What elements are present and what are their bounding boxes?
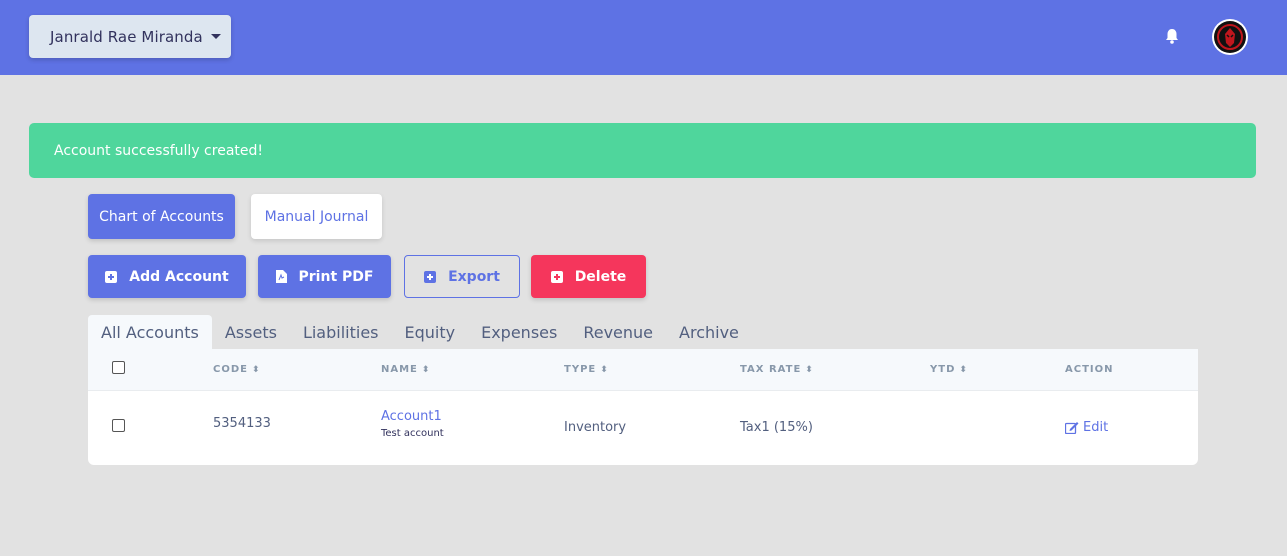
user-menu-dropdown[interactable]: Janrald Rae Miranda	[29, 15, 231, 58]
column-action-label: ACTION	[1065, 364, 1114, 375]
account-tax-rate: Tax1 (15%)	[740, 420, 813, 435]
tab-manual-journal-label: Manual Journal	[264, 208, 369, 225]
column-code[interactable]: CODE ⬍	[213, 364, 261, 375]
top-navbar: Janrald Rae Miranda	[0, 0, 1287, 75]
column-name[interactable]: NAME ⬍	[381, 364, 430, 375]
export-label: Export	[448, 268, 500, 285]
alert-message: Account successfully created!	[54, 142, 263, 159]
account-name-link[interactable]: Account1	[381, 409, 442, 424]
column-ytd[interactable]: YTD ⬍	[930, 364, 968, 375]
print-pdf-button[interactable]: Print PDF	[258, 255, 391, 298]
sort-icon: ⬍	[600, 364, 609, 375]
tab-all-accounts[interactable]: All Accounts	[88, 315, 212, 349]
column-type-label: TYPE	[564, 364, 597, 375]
delete-button[interactable]: Delete	[531, 255, 646, 298]
print-pdf-label: Print PDF	[298, 268, 374, 285]
tab-manual-journal[interactable]: Manual Journal	[251, 194, 382, 239]
tab-liabilities[interactable]: Liabilities	[290, 315, 392, 349]
user-name: Janrald Rae Miranda	[50, 27, 203, 46]
add-account-label: Add Account	[129, 268, 229, 285]
plus-square-icon	[550, 270, 563, 283]
table-header: CODE ⬍ NAME ⬍ TYPE ⬍ TAX RATE ⬍ YTD ⬍ ACTION	[88, 349, 1198, 391]
column-name-label: NAME	[381, 364, 418, 375]
column-tax-rate[interactable]: TAX RATE ⬍	[740, 364, 814, 375]
sort-icon: ⬍	[959, 364, 968, 375]
account-type: Inventory	[564, 420, 627, 435]
export-button[interactable]: Export	[404, 255, 520, 298]
edit-icon	[1065, 422, 1079, 434]
account-filter-tabs: All Accounts Assets Liabilities Equity E…	[88, 315, 752, 349]
edit-button[interactable]: Edit	[1065, 420, 1108, 435]
account-code: 5354133	[213, 416, 271, 431]
tab-equity[interactable]: Equity	[392, 315, 469, 349]
file-pdf-icon	[275, 270, 287, 283]
delete-label: Delete	[574, 268, 627, 285]
success-alert: Account successfully created!	[29, 123, 1256, 178]
bell-icon[interactable]	[1163, 27, 1181, 45]
caret-down-icon	[210, 34, 221, 39]
plus-square-icon	[105, 270, 118, 283]
tab-revenue[interactable]: Revenue	[570, 315, 666, 349]
row-checkbox[interactable]	[112, 419, 125, 432]
tab-assets[interactable]: Assets	[212, 315, 290, 349]
edit-label: Edit	[1083, 420, 1109, 435]
tab-expenses[interactable]: Expenses	[468, 315, 570, 349]
column-action: ACTION	[1065, 364, 1114, 375]
sort-icon: ⬍	[805, 364, 814, 375]
add-account-button[interactable]: Add Account	[88, 255, 246, 298]
select-all-checkbox[interactable]	[112, 361, 125, 374]
account-description: Test account	[381, 428, 444, 439]
column-tax-rate-label: TAX RATE	[740, 364, 802, 375]
tab-chart-of-accounts-label: Chart of Accounts	[99, 208, 224, 225]
avatar[interactable]	[1212, 19, 1248, 55]
accounts-table: CODE ⬍ NAME ⬍ TYPE ⬍ TAX RATE ⬍ YTD ⬍ ACTION …	[88, 349, 1198, 465]
tab-chart-of-accounts[interactable]: Chart of Accounts	[88, 194, 235, 239]
sort-icon: ⬍	[251, 364, 261, 375]
sort-icon: ⬍	[421, 364, 431, 375]
column-ytd-label: YTD	[930, 364, 956, 375]
plus-square-icon	[424, 270, 437, 283]
column-type[interactable]: TYPE ⬍	[564, 364, 609, 375]
column-code-label: CODE	[213, 364, 248, 375]
tab-archive[interactable]: Archive	[666, 315, 752, 349]
